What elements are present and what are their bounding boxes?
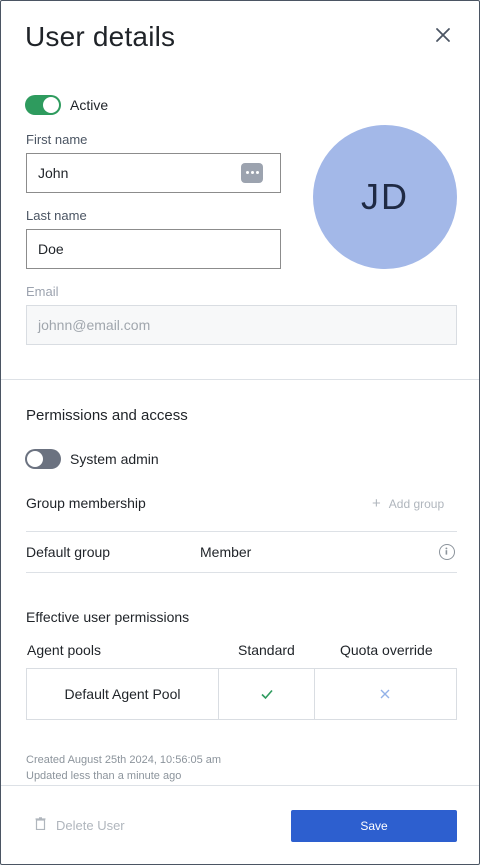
add-group-button[interactable]: + Add group [372,495,445,512]
active-toggle[interactable] [25,95,61,115]
save-button[interactable]: Save [291,810,457,842]
column-header-agent-pools: Agent pools [27,642,101,658]
info-icon[interactable] [439,544,455,560]
cross-icon [379,687,391,699]
group-row-top-divider [26,531,457,532]
toggle-knob [43,97,59,113]
section-divider [1,379,479,380]
last-name-field[interactable]: Doe [26,229,281,269]
updated-timestamp: Updated less than a minute ago [26,770,182,782]
close-icon[interactable] [431,23,455,47]
column-divider [314,669,315,719]
email-label: Email [26,284,59,299]
user-details-panel: User details Active First name John Last… [0,0,480,865]
first-name-label: First name [26,132,88,147]
avatar: JD [313,125,457,269]
toggle-knob [27,451,43,467]
permissions-title: Permissions and access [26,407,188,424]
page-title: User details [25,21,176,52]
email-field: johnn@email.com [26,305,457,345]
group-row-bottom-divider [26,572,457,573]
system-admin-toggle[interactable] [25,449,61,469]
agent-pool-name: Default Agent Pool [64,686,181,702]
permissions-table-row: Default Agent Pool [26,668,457,720]
column-divider [218,669,219,719]
delete-user-button[interactable]: Delete User [35,817,125,833]
trash-icon [35,817,46,833]
password-manager-icon[interactable] [241,163,263,183]
footer-divider [1,785,479,786]
group-name: Default group [26,544,111,560]
group-membership-title: Group membership [26,495,146,511]
effective-permissions-title: Effective user permissions [26,609,190,625]
check-icon [260,687,274,700]
plus-icon: + [372,495,381,512]
created-timestamp: Created August 25th 2024, 10:56:05 am [26,754,222,766]
add-group-label: Add group [388,497,445,511]
last-name-label: Last name [26,208,87,223]
column-header-quota-override: Quota override [340,642,433,658]
column-header-standard: Standard [238,642,295,658]
system-admin-label: System admin [70,451,159,467]
delete-user-label: Delete User [56,817,125,833]
group-role: Member [200,544,252,560]
active-toggle-label: Active [70,97,109,113]
